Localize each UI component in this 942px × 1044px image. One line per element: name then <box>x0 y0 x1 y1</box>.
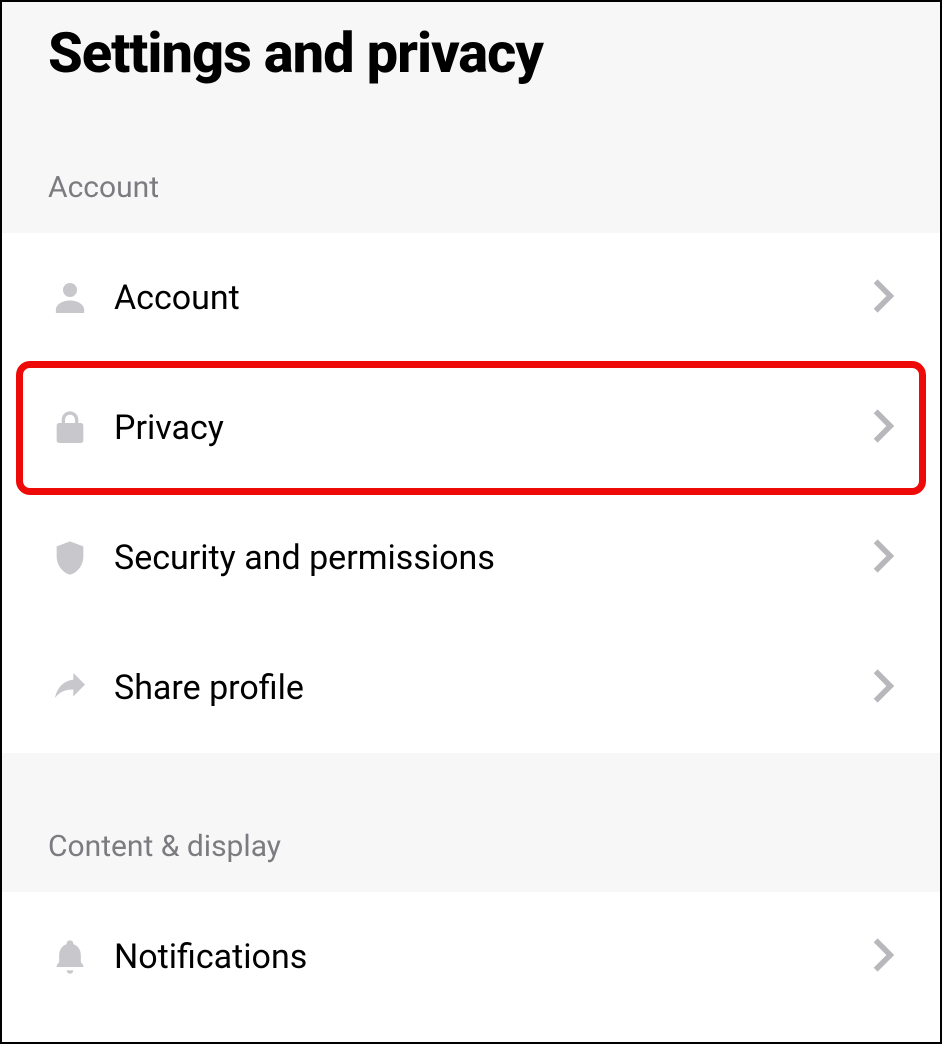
chevron-right-icon <box>872 936 894 978</box>
shield-icon <box>48 536 92 580</box>
person-icon <box>48 276 92 320</box>
row-label: Privacy <box>114 408 872 448</box>
row-account[interactable]: Account <box>2 233 940 363</box>
page-title: Settings and privacy <box>2 2 940 120</box>
chevron-right-icon <box>872 407 894 449</box>
list-account: Account Privacy Security and permissions… <box>2 233 940 753</box>
row-security-permissions[interactable]: Security and permissions <box>2 493 940 623</box>
row-label: Notifications <box>114 937 872 977</box>
share-icon <box>48 666 92 710</box>
section-divider <box>2 753 940 779</box>
section-header-account: Account <box>2 120 940 233</box>
lock-icon <box>48 406 92 450</box>
row-label: Share profile <box>114 668 872 708</box>
row-label: Account <box>114 278 872 318</box>
bell-icon <box>48 935 92 979</box>
row-label: Security and permissions <box>114 538 872 578</box>
row-privacy[interactable]: Privacy <box>2 363 940 493</box>
chevron-right-icon <box>872 537 894 579</box>
section-header-content-display: Content & display <box>2 779 940 892</box>
row-share-profile[interactable]: Share profile <box>2 623 940 753</box>
chevron-right-icon <box>872 277 894 319</box>
chevron-right-icon <box>872 667 894 709</box>
list-content-display: Notifications <box>2 892 940 1022</box>
row-notifications[interactable]: Notifications <box>2 892 940 1022</box>
